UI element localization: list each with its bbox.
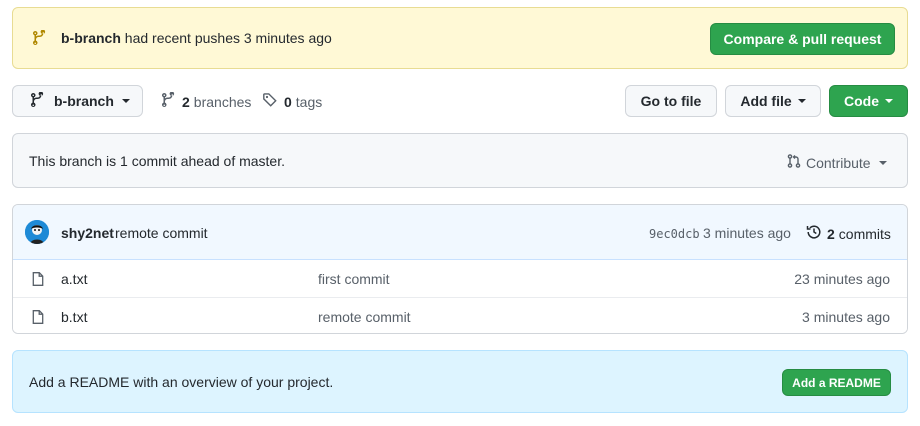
push-message-text: had recent pushes 3 minutes ago xyxy=(124,30,332,46)
tag-icon xyxy=(262,92,284,111)
file-commit-time: 3 minutes ago xyxy=(802,309,890,325)
file-commit-message[interactable]: first commit xyxy=(318,271,390,287)
commits-count: 2 xyxy=(827,225,835,242)
file-row: b.txt remote commit 3 minutes ago xyxy=(13,297,907,333)
branch-selector-button[interactable]: b-branch xyxy=(12,85,143,117)
readme-prompt-message: Add a README with an overview of your pr… xyxy=(29,374,334,390)
branch-selector-label: b-branch xyxy=(54,93,114,109)
contribute-dropdown[interactable]: Contribute xyxy=(786,153,887,172)
add-file-button[interactable]: Add file xyxy=(725,85,821,117)
tags-link[interactable]: 0 tags xyxy=(262,92,322,111)
commits-label: commits xyxy=(838,225,891,242)
recent-push-banner: b-branch had recent pushes 3 minutes ago… xyxy=(12,7,908,69)
chevron-down-icon xyxy=(797,99,806,103)
file-icon xyxy=(30,309,46,328)
commit-author[interactable]: shy2net xyxy=(61,225,114,241)
go-to-file-button[interactable]: Go to file xyxy=(625,85,717,117)
add-readme-button[interactable]: Add a README xyxy=(782,369,891,396)
chevron-down-icon xyxy=(878,160,887,165)
commits-history-link[interactable]: 2 commits xyxy=(806,224,891,243)
push-message: b-branch had recent pushes 3 minutes ago xyxy=(61,30,332,46)
git-branch-icon xyxy=(160,91,182,111)
branches-link[interactable]: 2 branches xyxy=(160,91,252,111)
tags-count: 0 xyxy=(284,93,292,110)
code-button[interactable]: Code xyxy=(829,85,908,117)
branch-ahead-message: This branch is 1 commit ahead of master. xyxy=(29,153,285,169)
readme-prompt: Add a README with an overview of your pr… xyxy=(12,350,908,413)
file-list: shy2net remote commit 9ec0dcb 3 minutes … xyxy=(12,204,908,334)
chevron-down-icon xyxy=(885,99,893,103)
code-label: Code xyxy=(844,93,879,109)
branches-count: 2 xyxy=(182,93,190,110)
branches-label: branches xyxy=(193,93,252,110)
chevron-down-icon xyxy=(121,99,130,103)
git-branch-icon xyxy=(31,29,47,49)
file-commit-message[interactable]: remote commit xyxy=(318,309,411,325)
compare-pull-request-button[interactable]: Compare & pull request xyxy=(710,23,895,55)
commit-time: 3 minutes ago xyxy=(703,225,791,241)
add-file-label: Add file xyxy=(740,93,792,109)
git-branch-icon xyxy=(29,90,45,111)
tags-label: tags xyxy=(295,93,323,110)
pushed-branch-name[interactable]: b-branch xyxy=(61,30,121,46)
file-commit-time: 23 minutes ago xyxy=(794,271,890,287)
avatar[interactable] xyxy=(25,220,49,244)
git-pull-request-icon xyxy=(786,153,806,172)
file-name[interactable]: b.txt xyxy=(61,309,87,325)
file-icon xyxy=(30,271,46,290)
file-row: a.txt first commit 23 minutes ago xyxy=(13,260,907,297)
history-icon xyxy=(806,224,822,243)
contribute-label: Contribute xyxy=(806,154,871,171)
commit-message[interactable]: remote commit xyxy=(115,225,208,241)
latest-commit-header: shy2net remote commit 9ec0dcb 3 minutes … xyxy=(13,205,907,260)
file-name[interactable]: a.txt xyxy=(61,271,87,287)
commit-sha[interactable]: 9ec0dcb xyxy=(649,227,700,241)
branch-comparison-box: This branch is 1 commit ahead of master.… xyxy=(12,133,908,188)
